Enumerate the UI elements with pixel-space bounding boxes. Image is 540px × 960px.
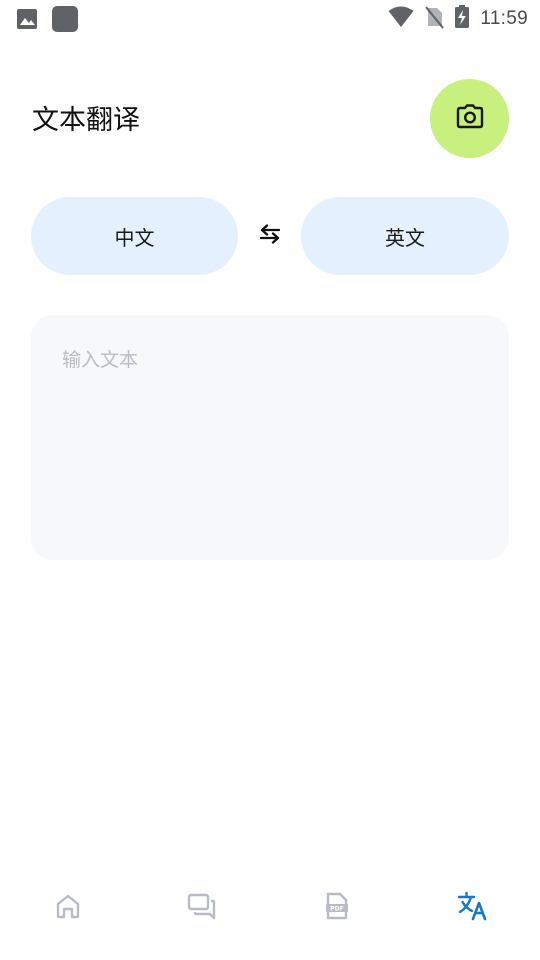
camera-icon — [456, 103, 484, 134]
battery-charging-icon — [454, 5, 470, 33]
bottom-nav: PDF — [0, 878, 540, 940]
text-input[interactable] — [31, 315, 509, 560]
wifi-icon — [388, 6, 414, 32]
home-icon — [54, 892, 82, 924]
input-card — [31, 315, 509, 560]
target-language-label: 英文 — [385, 225, 425, 250]
pdf-icon: PDF — [323, 891, 351, 925]
app-notification-icon — [52, 6, 78, 36]
status-bar: 11:59 — [0, 0, 540, 38]
chat-icon — [187, 892, 217, 924]
translate-icon — [457, 891, 489, 925]
target-language-button[interactable]: 英文 — [301, 197, 509, 275]
status-bar-right: 11:59 — [388, 5, 528, 33]
swap-languages-button[interactable] — [256, 222, 284, 250]
status-bar-left — [16, 6, 78, 36]
source-language-button[interactable]: 中文 — [31, 197, 238, 275]
page-title: 文本翻译 — [32, 105, 140, 136]
image-notification-icon — [16, 8, 38, 34]
swap-arrows-icon — [259, 224, 281, 248]
no-sim-icon — [424, 5, 445, 33]
svg-text:PDF: PDF — [330, 906, 343, 913]
nav-pdf[interactable]: PDF — [307, 878, 367, 938]
status-time: 11:59 — [480, 8, 528, 29]
nav-translate[interactable] — [443, 878, 503, 938]
source-language-label: 中文 — [114, 225, 155, 250]
nav-chat[interactable] — [172, 878, 232, 938]
nav-home[interactable] — [38, 878, 98, 938]
camera-button[interactable] — [430, 79, 509, 158]
